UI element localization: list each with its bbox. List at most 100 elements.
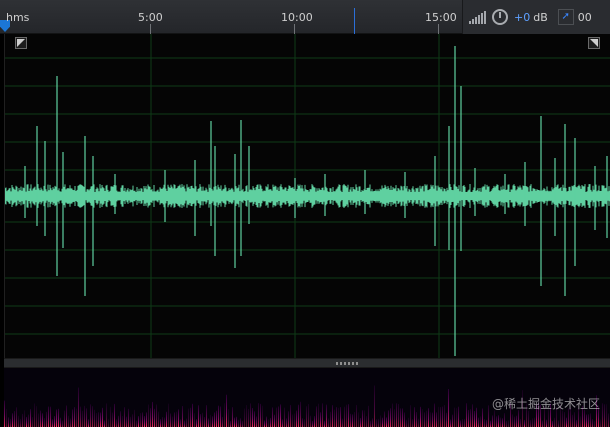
spectrogram-bin [74, 407, 75, 427]
spectrogram-bin [202, 412, 203, 427]
spectrogram-bin [318, 403, 319, 427]
spectrogram-bin [162, 416, 163, 427]
zoom-corner-left-icon[interactable] [15, 37, 27, 49]
spectrogram-bin [48, 406, 49, 427]
ruler-tick [294, 24, 295, 34]
time-ruler[interactable]: hms 5:00 10:00 15:00 +0 dB ➚ 00 [0, 0, 610, 34]
ruler-tick [438, 24, 439, 34]
spectrogram-bin [122, 415, 123, 427]
spectrogram-bin [418, 418, 419, 427]
spectrogram-bin [24, 410, 25, 427]
spectrogram-bin [518, 410, 519, 427]
spectrogram-bin [100, 412, 101, 427]
spectrogram-bin [168, 403, 169, 427]
spectrogram-bin [500, 417, 501, 427]
spectrogram-bin [186, 418, 187, 427]
zoom-corner-right-icon[interactable] [588, 37, 600, 49]
spectrogram-bin [86, 408, 87, 427]
spectrogram-bin [258, 403, 259, 427]
spectrogram-bin [208, 418, 209, 427]
spectrogram-bin [362, 410, 363, 427]
spectrogram-bin [150, 408, 151, 427]
spectrogram-bin [192, 403, 193, 427]
spectrogram-bin [352, 414, 353, 427]
ruler-unit-label: hms [6, 11, 30, 24]
spectrogram-bin [374, 385, 375, 427]
spectrogram-bin [336, 407, 337, 427]
spectrogram-bin [288, 411, 289, 427]
spectrogram-bin [306, 406, 307, 427]
spectrogram-bin [214, 412, 215, 427]
gain-value[interactable]: +0 [514, 11, 530, 24]
spectrogram-bin [12, 413, 13, 427]
watermark: @稀土掘金技术社区 [491, 397, 600, 411]
spectrogram-bin [452, 414, 453, 427]
spectrogram-bin [16, 407, 17, 427]
spectrogram-bin [274, 414, 275, 427]
spectrogram-bin [488, 405, 489, 427]
view-splitter[interactable] [4, 358, 610, 368]
spectrogram-bin [180, 419, 181, 427]
volume-bars-icon[interactable] [469, 10, 486, 24]
track-controls: +0 dB ➚ 00 [462, 0, 610, 34]
pin-icon[interactable]: ➚ [557, 9, 574, 25]
spectrogram-bin [464, 418, 465, 427]
spectrogram-bin [224, 403, 225, 427]
ruler-label-15-00: 15:00 [425, 11, 457, 24]
spectrogram-bin [486, 419, 487, 427]
spectrogram-bin [158, 411, 159, 427]
ruler-accent-line [354, 8, 355, 34]
spectrogram-bin [342, 418, 343, 427]
waveform-view[interactable] [4, 34, 610, 358]
spectrogram-bin [360, 417, 361, 427]
spectrogram-bin [286, 418, 287, 427]
spectrogram-bin [576, 419, 577, 427]
spectrogram-bin [402, 408, 403, 427]
spectrogram-bin [470, 409, 471, 427]
spectrogram-bin [350, 413, 351, 427]
spectrogram-bin [94, 409, 95, 427]
spectrogram-bin [278, 406, 279, 427]
spectrogram-bin [456, 408, 457, 427]
spectrogram-bin [42, 413, 43, 427]
spectrogram-bin [442, 406, 443, 427]
spectrogram-bin [222, 416, 223, 427]
gain-knob-icon[interactable] [492, 9, 508, 25]
spectrogram-bin [552, 420, 553, 427]
spectrogram-bin [120, 411, 121, 427]
spectrogram-bin [554, 417, 555, 427]
spectrogram-bin [484, 419, 485, 427]
spectrogram-bin [584, 409, 585, 427]
spectrogram-bin [322, 403, 323, 427]
spectrogram-bin [454, 407, 455, 427]
spectrogram-bin [572, 414, 573, 427]
spectrogram-bin [60, 417, 61, 427]
spectrogram-bin [172, 416, 173, 427]
splitter-grip-icon[interactable] [336, 362, 358, 365]
spectrogram-bin [134, 409, 135, 427]
spectrogram-bin [424, 412, 425, 427]
spectrogram-bin [296, 410, 297, 427]
spectrogram-bin [128, 408, 129, 427]
spectrogram-bin [490, 420, 491, 427]
spectrogram-bin [34, 403, 35, 427]
spectrogram-view[interactable]: @稀土掘金技术社区 [4, 368, 610, 427]
spectrogram-bin [22, 413, 23, 427]
spectrogram-bin [586, 414, 587, 427]
spectrogram-bin [166, 411, 167, 427]
spectrogram-bin [70, 418, 71, 427]
spectrogram-bin [184, 420, 185, 427]
spectrogram-bin [420, 406, 421, 427]
spectrogram-bin [64, 410, 65, 427]
spectrogram-bin [394, 409, 395, 427]
spectrogram-bin [46, 411, 47, 427]
spectrogram-bin [252, 408, 253, 427]
spectrogram-bin [516, 415, 517, 427]
spectrogram-bin [8, 417, 9, 427]
spectrogram-bin [188, 408, 189, 427]
spectrogram-bin [354, 411, 355, 427]
spectrogram-bin [590, 413, 591, 427]
spectrogram-bin [448, 389, 449, 427]
spectrogram-bin [132, 414, 133, 427]
spectrogram-bin [606, 404, 607, 427]
